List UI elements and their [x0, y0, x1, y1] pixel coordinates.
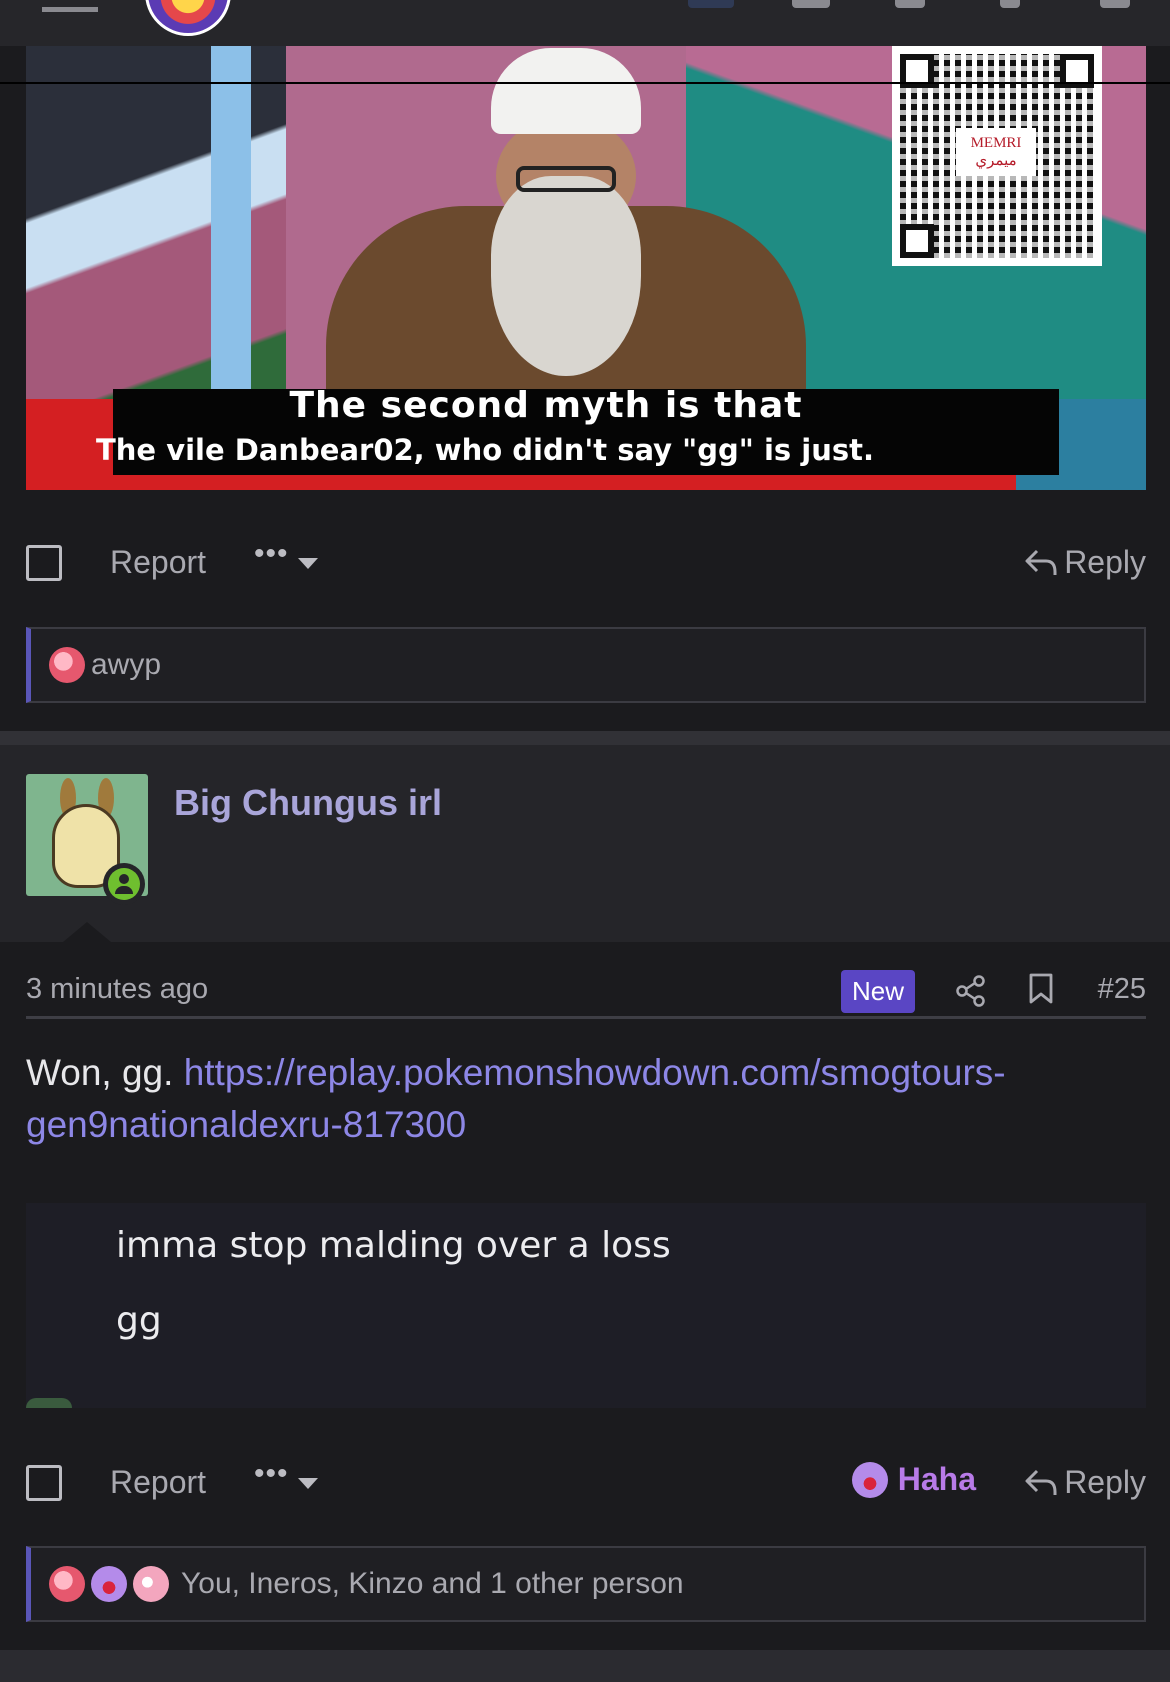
love-reaction-icon [49, 1566, 85, 1602]
reactions-summary: awyp [91, 648, 162, 681]
report-button[interactable]: Report [110, 1464, 206, 1501]
bookmark-icon[interactable] [1028, 973, 1054, 1005]
edit-nav-icon[interactable] [1000, 0, 1020, 8]
username[interactable]: Big Chungus irl [174, 782, 442, 824]
select-checkbox[interactable] [26, 545, 62, 581]
avatar-nav-icon[interactable] [688, 0, 734, 8]
chevron-down-icon[interactable] [298, 558, 318, 569]
reactions-bar[interactable]: You, Ineros, Kinzo and 1 other person [26, 1546, 1146, 1622]
reply-label: Reply [1064, 1464, 1146, 1500]
speaker-beard [491, 176, 641, 376]
new-badge: New [841, 970, 916, 1013]
post-image[interactable]: MEMRI ميمري The second myth is that The … [26, 46, 1146, 490]
reply-button[interactable]: Reply [1024, 1464, 1146, 1501]
haha-reaction-button[interactable]: Haha [851, 1461, 976, 1498]
chat-avatar-sliver [26, 1398, 72, 1408]
share-icon[interactable] [956, 975, 986, 1007]
post-meta: 3 minutes ago New #25 [26, 967, 1146, 1019]
post-actions: Report ••• Reply [26, 531, 1146, 591]
reply-icon [1025, 549, 1057, 575]
haha-label: Haha [897, 1461, 976, 1497]
subtitle-line-1: The second myth is that [289, 385, 803, 426]
haha-reaction-icon [851, 1461, 888, 1498]
speaker-glasses [516, 166, 616, 192]
inbox-nav-icon[interactable] [792, 0, 830, 8]
memri-logo-en: MEMRI [970, 135, 1022, 151]
post-body: Won, gg. https://replay.pokemonshowdown.… [26, 1047, 1136, 1151]
post-user-header: Big Chungus irl [0, 745, 1170, 942]
post-body-text: Won, gg. [26, 1052, 184, 1093]
post-actions: Report ••• Haha Reply [26, 1451, 1146, 1511]
memri-logo-ar: ميمري [975, 153, 1017, 169]
scroll-edge-line [0, 82, 1170, 84]
embedded-chat-image[interactable]: imma stop malding over a loss gg [26, 1203, 1146, 1408]
search-nav-icon[interactable] [1100, 0, 1130, 8]
top-nav-bar [0, 0, 1170, 46]
chat-line-2: gg [116, 1300, 162, 1341]
menu-icon[interactable] [42, 0, 98, 12]
like-reaction-icon [133, 1566, 169, 1602]
memri-logo: MEMRI ميمري [956, 128, 1036, 176]
reply-icon [1025, 1469, 1057, 1495]
report-button[interactable]: Report [110, 544, 206, 581]
post-timestamp[interactable]: 3 minutes ago [26, 973, 208, 1006]
site-logo[interactable] [145, 0, 231, 36]
bell-nav-icon[interactable] [895, 0, 925, 8]
post-number-link[interactable]: #25 [1098, 973, 1146, 1006]
reply-button[interactable]: Reply [1024, 544, 1146, 581]
online-status-icon [103, 863, 145, 905]
reply-label: Reply [1064, 544, 1146, 580]
chat-line-1: imma stop malding over a loss [116, 1225, 671, 1266]
select-checkbox[interactable] [26, 1465, 62, 1501]
more-options-button[interactable]: ••• [254, 537, 289, 571]
background-pillar [211, 46, 251, 406]
header-pointer [63, 922, 111, 942]
more-options-button[interactable]: ••• [254, 1457, 289, 1491]
reactions-bar[interactable]: awyp [26, 627, 1146, 703]
chevron-down-icon[interactable] [298, 1478, 318, 1489]
post-divider [0, 731, 1170, 745]
speaker-cap [491, 48, 641, 134]
haha-reaction-icon [91, 1566, 127, 1602]
reactions-summary: You, Ineros, Kinzo and 1 other person [181, 1567, 684, 1600]
subtitle-line-2: The vile Danbear02, who didn't say "gg" … [96, 433, 874, 467]
next-post-edge [0, 1650, 1170, 1682]
love-reaction-icon [49, 647, 85, 683]
